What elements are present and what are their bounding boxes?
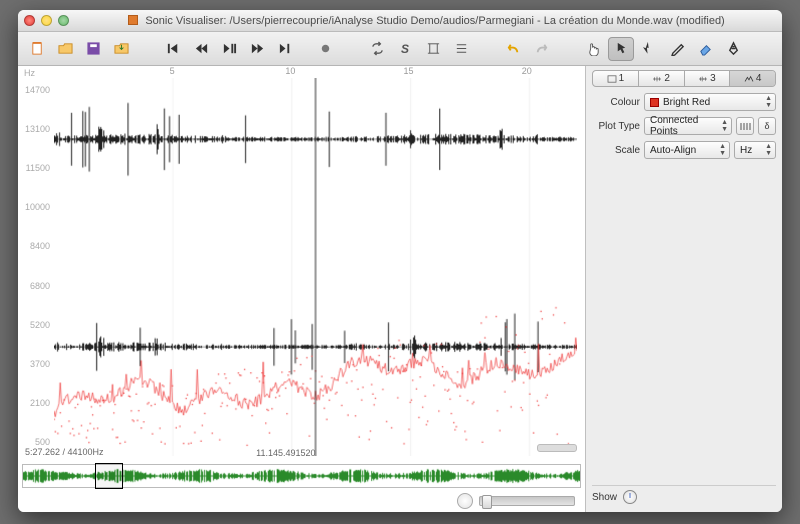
- y-axis: Hz 14700 13100 11500 10000 8400 6800 5200 3700 2…: [18, 66, 54, 462]
- playback-speed-dial[interactable]: [457, 493, 473, 509]
- close-window-button[interactable]: [24, 15, 35, 26]
- navigate-tool[interactable]: [580, 37, 606, 61]
- y-tick: 10000: [25, 202, 50, 212]
- y-tick: 2100: [30, 398, 50, 408]
- plot-canvas-host[interactable]: [54, 78, 577, 456]
- x-tick: 10: [285, 66, 295, 76]
- app-icon: [128, 15, 138, 25]
- rewind-button[interactable]: [188, 37, 214, 61]
- toolbar: S: [18, 32, 782, 66]
- play-pause-button[interactable]: [216, 37, 242, 61]
- forward-button[interactable]: [244, 37, 270, 61]
- y-tick: 3700: [30, 359, 50, 369]
- scale-value: Auto-Align: [650, 145, 696, 156]
- plot-type-value: Connected Points: [650, 115, 715, 137]
- zoom-window-button[interactable]: [58, 15, 69, 26]
- align-button[interactable]: [448, 37, 474, 61]
- scale-unit-value: Hz: [740, 145, 752, 156]
- solo-button[interactable]: S: [392, 37, 418, 61]
- layer-tabs: 1 2 3 4: [592, 70, 776, 87]
- y-tick: 8400: [30, 241, 50, 251]
- colour-select[interactable]: Bright Red ▲▼: [644, 93, 776, 111]
- edit-tool[interactable]: [636, 37, 662, 61]
- overview-pane[interactable]: [22, 464, 581, 488]
- layer-tab-2[interactable]: 2: [639, 71, 685, 86]
- forward-end-button[interactable]: [272, 37, 298, 61]
- y-tick: 14700: [25, 85, 50, 95]
- x-tick: 15: [404, 66, 414, 76]
- colour-value: Bright Red: [663, 97, 710, 108]
- save-button[interactable]: [80, 37, 106, 61]
- layer-properties-panel: 1 2 3 4 Colour Bright Red ▲▼ Plot Type C…: [586, 66, 782, 512]
- colour-label: Colour: [592, 97, 640, 108]
- window-title-text: Sonic Visualiser: /Users/pierrecouprie/i…: [145, 15, 724, 27]
- undo-button[interactable]: [500, 37, 526, 61]
- new-button[interactable]: [24, 37, 50, 61]
- rewind-start-button[interactable]: [160, 37, 186, 61]
- delta-button[interactable]: δ: [758, 117, 776, 135]
- scale-select[interactable]: Auto-Align ▲▼: [644, 141, 730, 159]
- plot-type-select[interactable]: Connected Points ▲▼: [644, 117, 732, 135]
- scale-unit-select[interactable]: Hz ▲▼: [734, 141, 776, 159]
- export-button[interactable]: [108, 37, 134, 61]
- minimize-window-button[interactable]: [41, 15, 52, 26]
- show-label: Show: [592, 492, 617, 503]
- status-center: 11.145.491520: [256, 448, 315, 458]
- measure-tool[interactable]: [720, 37, 746, 61]
- segmentation-button[interactable]: [736, 117, 754, 135]
- draw-tool[interactable]: [664, 37, 690, 61]
- overview-window[interactable]: [95, 463, 123, 489]
- app-window: Sonic Visualiser: /Users/pierrecouprie/i…: [18, 10, 782, 512]
- show-dial[interactable]: [623, 490, 637, 504]
- y-tick: 5200: [30, 320, 50, 330]
- y-tick: 13100: [25, 124, 50, 134]
- titlebar: Sonic Visualiser: /Users/pierrecouprie/i…: [18, 10, 782, 32]
- y-tick: 11500: [26, 163, 50, 173]
- erase-tool[interactable]: [692, 37, 718, 61]
- main-panel: Hz 14700 13100 11500 10000 8400 6800 5200 3700 2…: [18, 66, 586, 512]
- plot-type-label: Plot Type: [592, 121, 640, 132]
- record-button[interactable]: [312, 37, 338, 61]
- redo-button[interactable]: [528, 37, 554, 61]
- x-tick: 20: [522, 66, 532, 76]
- window-title: Sonic Visualiser: /Users/pierrecouprie/i…: [77, 15, 776, 27]
- select-tool[interactable]: [608, 37, 634, 61]
- y-axis-unit: Hz: [24, 68, 35, 78]
- layer-tab-4[interactable]: 4: [730, 71, 775, 86]
- loop-button[interactable]: [364, 37, 390, 61]
- scale-label: Scale: [592, 145, 640, 156]
- footer-controls: [18, 490, 585, 512]
- layer-tab-3[interactable]: 3: [685, 71, 731, 86]
- x-tick: 5: [170, 66, 175, 76]
- constrain-button[interactable]: [420, 37, 446, 61]
- layer-tab-1[interactable]: 1: [593, 71, 639, 86]
- status-left: 5:27.262 / 44100Hz: [22, 446, 107, 458]
- volume-slider[interactable]: [479, 496, 575, 506]
- graph-area[interactable]: Hz 14700 13100 11500 10000 8400 6800 5200 3700 2…: [18, 66, 585, 462]
- x-axis: 5 10 15 20: [54, 66, 585, 78]
- colour-swatch: [650, 98, 659, 107]
- y-tick: 6800: [30, 281, 50, 291]
- horizontal-scroll-thumb[interactable]: [537, 444, 577, 452]
- open-button[interactable]: [52, 37, 78, 61]
